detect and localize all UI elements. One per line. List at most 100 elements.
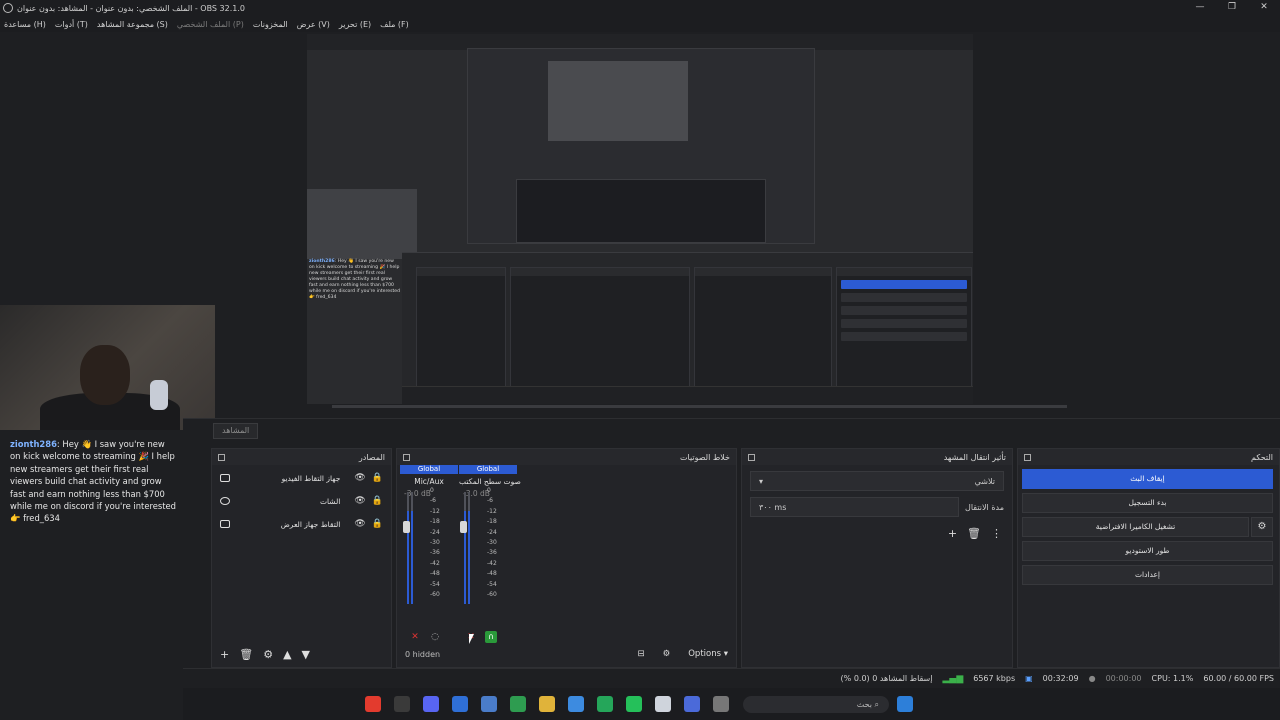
chevron-down-icon: ▾ <box>759 476 764 486</box>
menu-tools[interactable]: أدوات (T) <box>55 20 88 29</box>
dock-popout-icon[interactable] <box>1024 453 1031 461</box>
controls-dock: التحكم إيقاف البث بدء التسجيل تشغيل الكا… <box>1017 448 1280 668</box>
fps: 60.00 / 60.00 FPS <box>1203 674 1274 683</box>
taskbar: ⌕ بحث <box>183 688 1280 720</box>
youtube-icon[interactable] <box>365 696 381 712</box>
duration-input[interactable]: ٣٠٠ ms <box>750 497 960 517</box>
move-up-button[interactable]: ▲ <box>283 648 291 661</box>
mouse-cursor-icon <box>469 634 474 644</box>
source-label: التقاط جهاز العرض <box>280 519 341 529</box>
live-icon: ▣ <box>1025 674 1033 683</box>
source-item[interactable]: جهاز التقاط الفيديو 👁 🔒 <box>212 468 391 488</box>
volume-fader[interactable] <box>460 521 467 533</box>
menu-help[interactable]: مساعدة (H) <box>4 20 46 29</box>
chrome-icon[interactable] <box>510 696 526 712</box>
more-options-icon[interactable]: ⋮ <box>991 527 1002 540</box>
whatsapp-web-icon[interactable] <box>597 696 613 712</box>
source-item[interactable]: الشات 👁 🔒 <box>212 491 391 511</box>
lock-icon[interactable]: 🔒 <box>372 473 383 483</box>
menu-docks[interactable]: المخزونات <box>253 20 288 29</box>
cpu-usage: CPU: 1.1% <box>1151 674 1194 683</box>
options-button[interactable]: Options ▾ <box>688 649 728 659</box>
lock-icon[interactable]: 🔒 <box>372 519 383 529</box>
copilot-icon[interactable] <box>568 696 584 712</box>
obs-icon[interactable] <box>394 696 410 712</box>
chat-message: zionth286: Hey 👋 I saw you're new on kic… <box>10 438 177 525</box>
record-time: 00:00:00 <box>1105 674 1142 683</box>
settings-button[interactable]: إعدادات <box>1022 565 1273 585</box>
discord-icon[interactable] <box>423 696 439 712</box>
eye-icon[interactable]: 👁 <box>354 519 365 529</box>
webcam-overlay <box>0 305 215 430</box>
source-label: الشات <box>319 496 341 506</box>
source-properties-button[interactable]: ⚙ <box>263 648 273 661</box>
volume-meter-fill <box>411 511 413 604</box>
remove-transition-button[interactable]: 🗑 <box>967 527 981 540</box>
steam-icon[interactable] <box>655 696 671 712</box>
volume-meter <box>468 492 470 604</box>
menu-scene-collection[interactable]: مجموعة المشاهد (S) <box>97 20 168 29</box>
meter-tick-label: -48 <box>430 570 440 578</box>
taskbar-search[interactable]: ⌕ بحث <box>743 696 889 713</box>
preview-webcam-thumbnail <box>307 189 417 259</box>
add-transition-button[interactable]: + <box>948 527 957 540</box>
menu-profile[interactable]: الملف الشخصي (P) <box>177 20 244 29</box>
minimize-button[interactable]: — <box>1184 0 1216 14</box>
global-badge: Global <box>459 465 517 474</box>
meter-scale: 0 -6 -12 -18 -24 -30 -36 -42 -48 -54 -60 <box>487 486 497 600</box>
advanced-audio-icon[interactable]: ⚙ <box>663 649 671 659</box>
eye-icon[interactable]: 👁 <box>354 496 365 506</box>
store-icon[interactable] <box>481 696 497 712</box>
lock-icon[interactable]: 🔒 <box>372 496 383 506</box>
windows-start-icon[interactable] <box>897 696 913 712</box>
menu-file[interactable]: ملف (F) <box>380 20 409 29</box>
layout-icon[interactable]: ⊟ <box>637 649 644 659</box>
remove-source-button[interactable]: 🗑 <box>239 648 253 661</box>
add-source-button[interactable]: + <box>220 648 229 661</box>
move-down-button[interactable]: ▼ <box>302 648 310 661</box>
whatsapp-icon[interactable] <box>626 696 642 712</box>
meter-tick-label: 0 <box>487 487 491 494</box>
start-virtual-camera-button[interactable]: تشغيل الكاميرا الافتراضية <box>1022 517 1249 537</box>
start-recording-button[interactable]: بدء التسجيل <box>1022 493 1273 513</box>
hidden-count: 0 hidden <box>405 649 441 659</box>
sources-toolbar: + 🗑 ⚙ ▲ ▼ <box>212 641 391 667</box>
transition-toolbar: + 🗑 ⋮ <box>742 517 1012 540</box>
source-item[interactable]: التقاط جهاز العرض 👁 🔒 <box>212 514 391 534</box>
obs-logo-icon <box>3 3 13 13</box>
menu-edit[interactable]: تحرير (E) <box>339 20 371 29</box>
transition-select[interactable]: تلاشي ▾ <box>750 471 1004 491</box>
maximize-button[interactable]: ❐ <box>1216 0 1248 14</box>
virtual-camera-row: تشغيل الكاميرا الافتراضية ⚙ <box>1018 513 1279 537</box>
window-icon[interactable] <box>713 696 729 712</box>
tab-scenes[interactable]: المشاهد <box>213 423 259 439</box>
stop-stream-button[interactable]: إيقاف البث <box>1022 469 1273 489</box>
volume-fader[interactable] <box>403 521 410 533</box>
preview-nested-docks <box>516 179 766 243</box>
close-button[interactable]: ✕ <box>1248 0 1280 14</box>
channel-name-dropdown[interactable]: Mic/Aux <box>400 477 458 486</box>
gear-icon[interactable]: ⚙ <box>1251 517 1273 537</box>
mixer-toolbar: 0 hidden ⊟ ⚙ Options ▾ <box>397 641 736 667</box>
studio-mode-button[interactable]: طور الاستوديو <box>1022 541 1273 561</box>
dropped-frames: إسقاط المشاهد 0 (0.0 %) <box>840 674 933 683</box>
transitions-dock-title: تأثير انتقال المشهد <box>742 449 1012 465</box>
signal-bars-icon: ▂▄▆ <box>942 673 964 684</box>
volume-meter <box>407 492 409 604</box>
record-icon: ● <box>1088 674 1096 683</box>
mail-icon[interactable] <box>452 696 468 712</box>
dock-popout-icon[interactable] <box>403 453 410 461</box>
source-label: جهاز التقاط الفيديو <box>281 473 341 483</box>
preview-canvas[interactable]: zionth286: Hey 👋 I saw you're new on kic… <box>307 34 973 404</box>
dock-popout-icon[interactable] <box>748 453 755 461</box>
app-icon[interactable] <box>684 696 700 712</box>
dock-popout-icon[interactable] <box>218 453 225 461</box>
chat-message-text: : Hey 👋 I saw you're new on kick welcome… <box>10 439 177 524</box>
menu-view[interactable]: عرض (V) <box>297 20 330 29</box>
eye-icon[interactable]: 👁 <box>354 473 365 483</box>
preview-horizontal-scrollbar[interactable] <box>332 405 1067 408</box>
channel-name-dropdown[interactable]: صوت سطح المكتب <box>459 477 521 486</box>
folder-icon[interactable] <box>539 696 555 712</box>
meter-scale: 0 -6 -12 -18 -24 -30 -36 -42 -48 -54 -60 <box>430 486 440 600</box>
menu-bar: ملف (F) تحرير (E) عرض (V) المخزونات المل… <box>0 16 1280 32</box>
